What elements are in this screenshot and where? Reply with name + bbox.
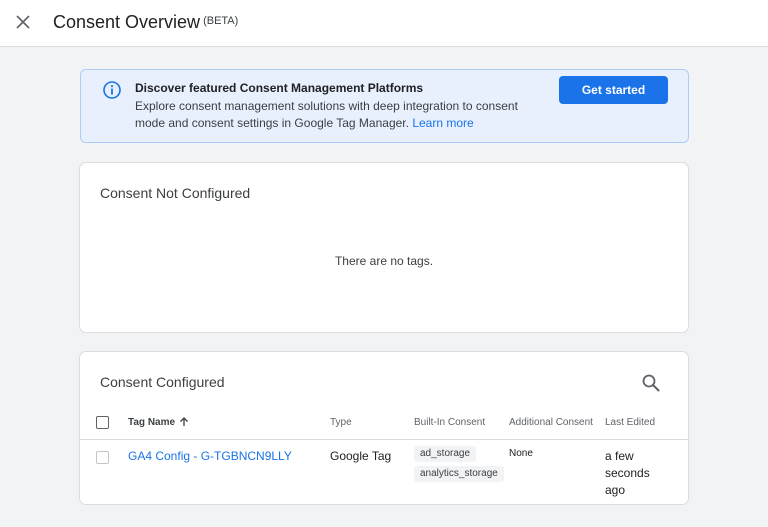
tag-name-link[interactable]: GA4 Config - G-TGBNCN9LLY [128,449,292,463]
column-header-tag-name[interactable]: Tag Name [128,417,189,428]
column-header-built-in-consent[interactable]: Built-In Consent [414,417,485,428]
consent-not-configured-card: Consent Not Configured There are no tags… [79,162,689,333]
tag-type: Google Tag [330,449,392,463]
page-title: Consent Overview (BETA) [53,12,238,33]
empty-tags-message: There are no tags. [334,254,434,268]
get-started-button[interactable]: Get started [559,76,668,104]
column-header-last-edited[interactable]: Last Edited [605,417,655,428]
banner-title: Discover featured Consent Management Pla… [135,81,424,95]
column-header-additional-consent[interactable]: Additional Consent [509,417,593,428]
learn-more-link[interactable]: Learn more [412,116,473,130]
consent-not-configured-title: Consent Not Configured [100,185,251,201]
page-title-text: Consent Overview [53,12,201,32]
search-icon[interactable] [640,372,662,394]
cmp-banner: Discover featured Consent Management Pla… [80,69,689,143]
select-all-checkbox[interactable] [96,416,109,429]
beta-badge: (BETA) [203,15,239,27]
arrow-up-icon [180,417,189,426]
close-button[interactable] [12,11,34,33]
built-in-consent-chip: ad_storage [414,446,477,462]
row-checkbox[interactable] [96,451,109,464]
column-header-type[interactable]: Type [330,417,352,428]
info-icon [103,81,121,99]
banner-body: Explore consent management solutions wit… [135,98,545,132]
close-icon [16,15,30,29]
consent-configured-card: Consent Configured Tag Name Type Built-I… [79,351,689,505]
last-edited: a few seconds ago [605,449,650,497]
column-header-tag-name-label: Tag Name [128,417,176,428]
built-in-consent-chip: analytics_storage [414,466,504,482]
top-bar: Consent Overview (BETA) [0,0,768,47]
table-row: GA4 Config - G-TGBNCN9LLY Google Tag ad_… [80,440,688,504]
additional-consent: None [509,448,533,459]
consent-configured-title: Consent Configured [100,374,225,390]
